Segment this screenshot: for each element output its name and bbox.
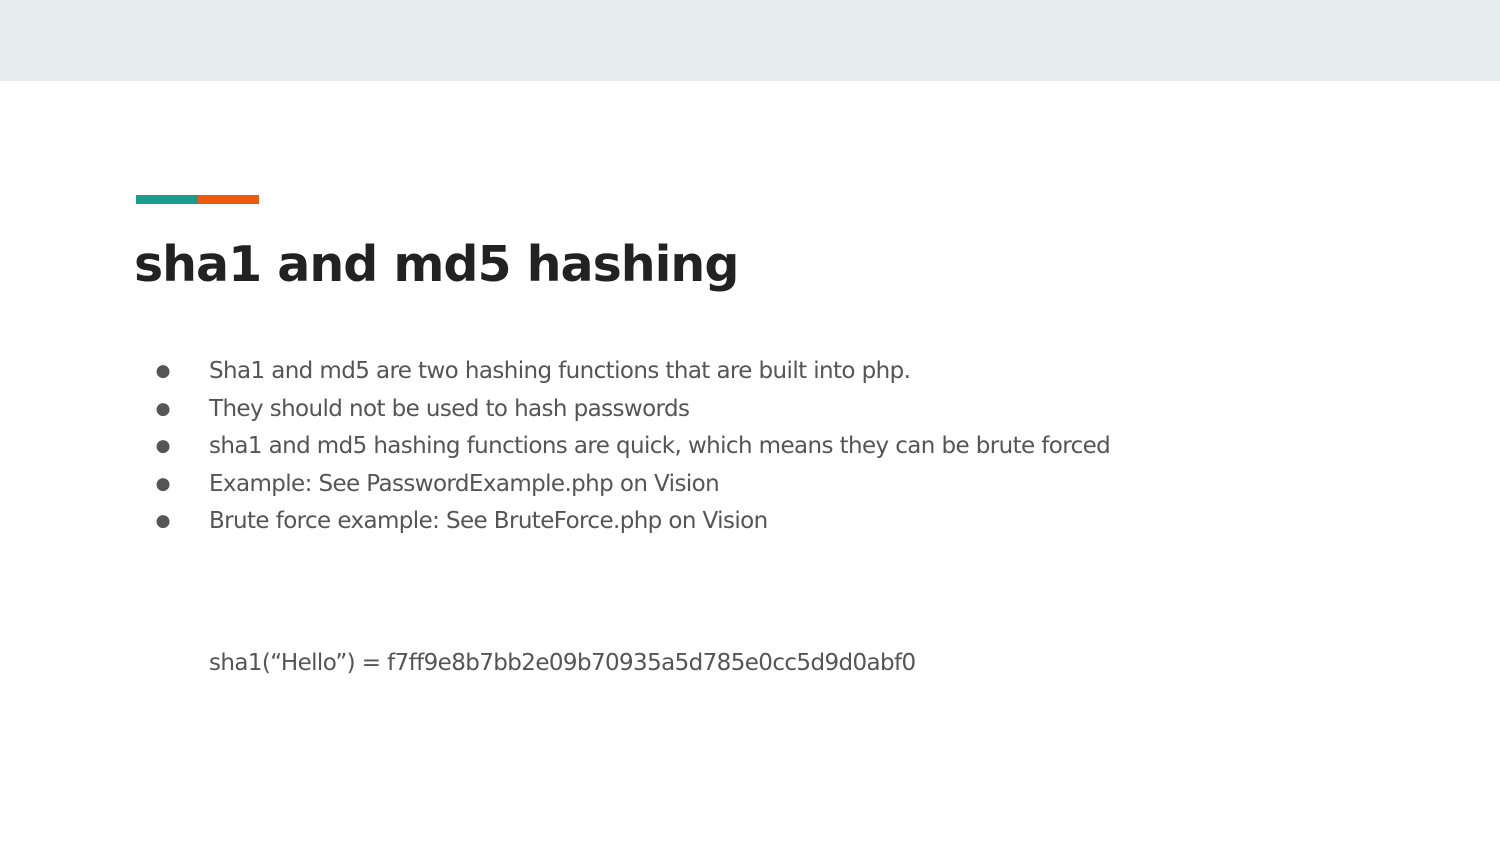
accent-bar-teal (136, 195, 198, 204)
bullet-item: ● Sha1 and md5 are two hashing functions… (150, 353, 1350, 391)
hash-example: sha1(“Hello”) = f7ff9e8b7bb2e09b70935a5d… (209, 650, 916, 676)
bullet-icon: ● (155, 436, 171, 456)
bullet-icon: ● (155, 473, 171, 494)
bullet-item: ● They should not be used to hash passwo… (150, 391, 1350, 429)
bullet-text: sha1 and md5 hashing functions are quick… (209, 433, 1111, 459)
bullet-icon: ● (155, 361, 171, 381)
bullet-icon: ● (155, 398, 171, 419)
bullet-text: Brute force example: See BruteForce.php … (209, 508, 768, 534)
top-band (0, 0, 1500, 81)
bullet-icon: ● (155, 511, 171, 531)
bullet-item: ● Example: See PasswordExample.php on Vi… (150, 466, 1350, 504)
bullet-list: ● Sha1 and md5 are two hashing functions… (150, 353, 1350, 541)
bullet-text: They should not be used to hash password… (209, 395, 690, 422)
bullet-item: ● sha1 and md5 hashing functions are qui… (150, 428, 1350, 466)
bullet-text: Example: See PasswordExample.php on Visi… (209, 470, 720, 497)
slide: sha1 and md5 hashing ● Sha1 and md5 are … (0, 0, 1500, 844)
accent-bar (136, 195, 259, 204)
accent-bar-orange (198, 195, 259, 204)
slide-title: sha1 and md5 hashing (134, 236, 739, 293)
bullet-text: Sha1 and md5 are two hashing functions t… (209, 358, 911, 384)
bullet-item: ● Brute force example: See BruteForce.ph… (150, 503, 1350, 541)
